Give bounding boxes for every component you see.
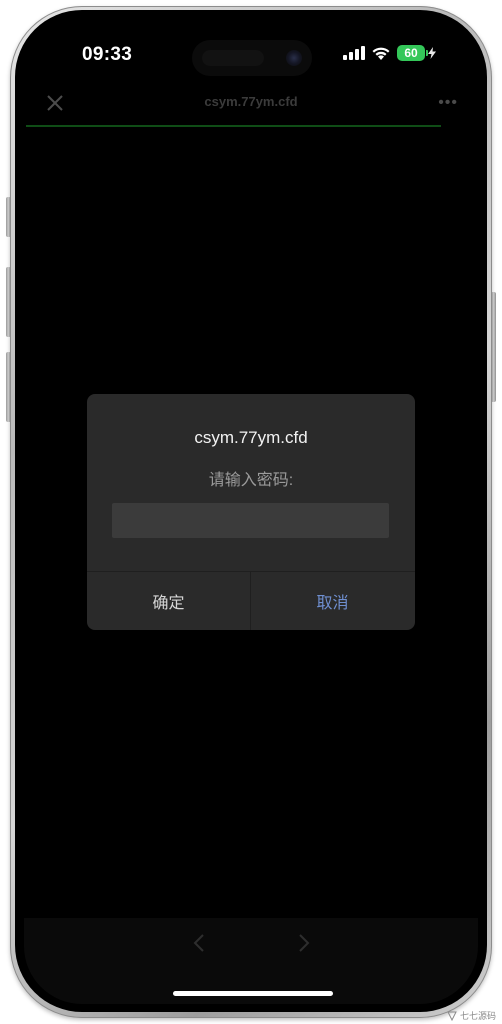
dialog-message: 请输入密码: (208, 472, 294, 489)
phone-screen: 09:33 60 csym.77ym.cfd ••• csym.77ym.cfd… (24, 18, 478, 1004)
home-indicator[interactable] (173, 991, 333, 996)
page-title: csym.77ym.cfd (204, 94, 298, 109)
battery-level: 60 (404, 46, 418, 60)
island-sensor (202, 50, 264, 66)
camera-icon (286, 50, 302, 66)
watermark: 七七源码 (447, 1009, 496, 1022)
page: 09:33 60 csym.77ym.cfd ••• csym.77ym.cfd… (0, 0, 502, 1024)
bolt-icon (428, 47, 436, 59)
more-icon[interactable]: ••• (438, 95, 458, 111)
wifi-icon (372, 47, 390, 60)
chevron-left-icon[interactable] (189, 932, 211, 954)
signal-icon (343, 46, 365, 60)
loading-progress-bar (26, 125, 441, 127)
cancel-button[interactable]: 取消 (251, 572, 414, 630)
watermark-text: 七七源码 (459, 1011, 496, 1021)
password-input[interactable] (112, 503, 389, 538)
dynamic-island (192, 40, 312, 76)
watermark-logo-icon (447, 1011, 457, 1021)
status-icons: 60 (343, 45, 436, 61)
battery-icon: 60 (397, 45, 428, 61)
status-time: 09:33 (82, 44, 133, 65)
chevron-right-icon[interactable] (292, 932, 314, 954)
password-dialog: csym.77ym.cfd 请输入密码: 确定 取消 (87, 394, 415, 630)
dialog-title: csym.77ym.cfd (194, 428, 308, 447)
confirm-button[interactable]: 确定 (87, 572, 250, 630)
